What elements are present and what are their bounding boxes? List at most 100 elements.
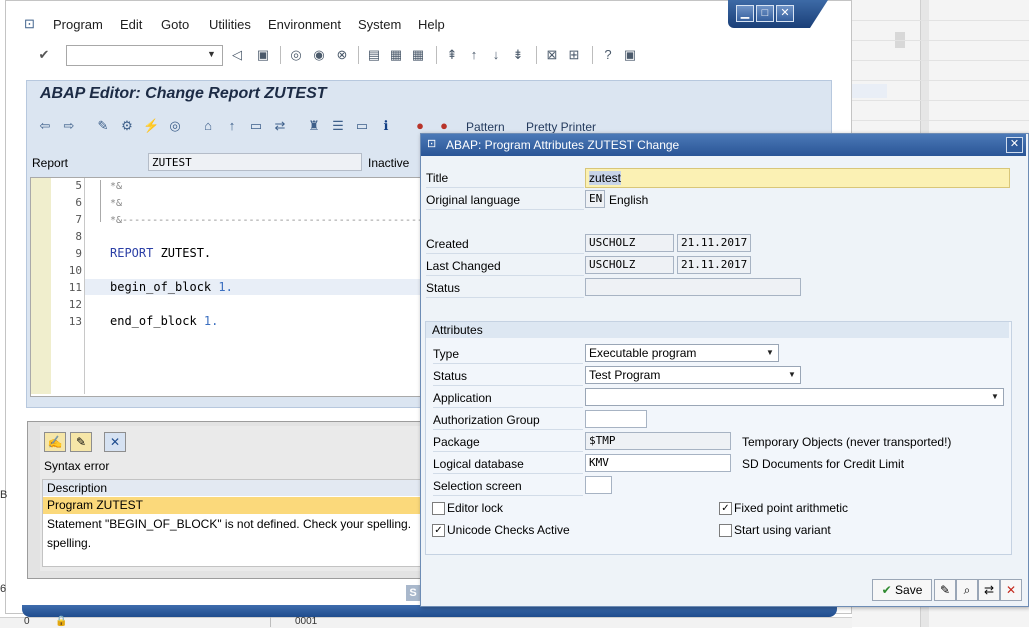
last-page-icon[interactable]: ⇟ — [510, 47, 526, 63]
report-field[interactable]: ZUTEST — [148, 153, 362, 171]
search-icon: ⌕ — [963, 583, 971, 597]
authorization-group-field[interactable] — [585, 410, 647, 428]
maximize-button[interactable]: □ — [756, 5, 774, 22]
new-session-icon[interactable]: ⊠ — [544, 47, 560, 63]
test-icon[interactable]: ◎ — [167, 118, 183, 134]
editor-lock-checkbox[interactable] — [432, 502, 445, 515]
chevron-down-icon[interactable]: ▼ — [766, 348, 774, 357]
fullscreen-icon[interactable]: ⇄ — [272, 118, 288, 134]
code-keyword: begin_of_block — [110, 280, 212, 294]
shortcut-icon[interactable]: ⊞ — [566, 47, 582, 63]
breakpoint-session-icon[interactable]: ● — [436, 118, 452, 134]
selection-screen-label: Selection screen — [433, 479, 522, 493]
start-variant-checkbox[interactable] — [719, 524, 732, 537]
type-dropdown[interactable]: Executable program — [585, 344, 779, 362]
back-arrow-icon[interactable]: ⇦ — [37, 118, 53, 134]
find-next-icon[interactable]: ▦ — [410, 47, 426, 63]
program-status-value: Test Program — [589, 368, 661, 382]
exit-icon[interactable]: ◉ — [311, 47, 327, 63]
print-icon[interactable]: ▤ — [366, 47, 382, 63]
menu-help[interactable]: Help — [418, 17, 445, 32]
edge-text: 6 — [0, 583, 7, 595]
divider — [426, 209, 584, 210]
package-label: Package — [433, 435, 480, 449]
fixed-point-label: Fixed point arithmetic — [734, 501, 849, 515]
application-dropdown[interactable] — [585, 388, 1004, 406]
chevron-down-icon[interactable]: ▼ — [991, 392, 999, 401]
changed-date-field: 21.11.2017 — [677, 256, 751, 274]
help-icon[interactable]: ? — [600, 47, 616, 63]
menu-edit[interactable]: Edit — [120, 17, 142, 32]
translate-button[interactable]: ⇄ — [978, 579, 1000, 601]
line-number: 10 — [68, 264, 82, 277]
chevron-down-icon[interactable]: ▼ — [207, 49, 216, 59]
previous-page-icon[interactable]: ↑ — [466, 47, 482, 63]
error-message-cont: spelling. — [47, 536, 92, 550]
divider — [852, 80, 1029, 81]
divider — [433, 407, 583, 408]
find-icon[interactable]: ▦ — [388, 47, 404, 63]
pretty-printer-button[interactable]: Pretty Printer — [526, 120, 596, 134]
table-row[interactable]: Program ZUTEST — [43, 497, 423, 514]
unicode-checks-checkbox[interactable]: ✓ — [432, 524, 445, 537]
stack-icon[interactable]: ☰ — [330, 118, 346, 134]
cancel-button[interactable]: ✕ — [1000, 579, 1022, 601]
menu-environment[interactable]: Environment — [268, 17, 341, 32]
search-button[interactable]: ⌕ — [956, 579, 978, 601]
cancel-icon[interactable]: ⊗ — [334, 47, 350, 63]
hierarchy-icon[interactable]: ♜ — [306, 118, 322, 134]
next-page-icon[interactable]: ↓ — [488, 47, 504, 63]
activate-icon[interactable]: ⚡ — [143, 118, 159, 134]
first-page-icon[interactable]: ⇞ — [444, 47, 460, 63]
divider — [852, 20, 1029, 21]
layout-icon[interactable]: ▣ — [622, 47, 638, 63]
created-date-field: 21.11.2017 — [677, 234, 751, 252]
report-label: Report — [32, 156, 69, 170]
minimize-button[interactable]: ▁ — [736, 5, 754, 22]
where-used-icon[interactable]: ⌂ — [200, 118, 216, 134]
close-dialog-button[interactable]: ✕ — [1006, 137, 1023, 153]
forward-arrow-icon[interactable]: ⇨ — [61, 118, 77, 134]
navigation-icon[interactable]: ▭ — [248, 118, 264, 134]
info-icon[interactable]: ℹ — [378, 118, 394, 134]
save-icon[interactable]: ▣ — [255, 47, 271, 63]
menu-system[interactable]: System — [358, 17, 401, 32]
display-object-icon[interactable]: ▭ — [354, 118, 370, 134]
divider — [426, 187, 584, 188]
menu-program[interactable]: Program — [53, 17, 103, 32]
divider — [852, 40, 1029, 41]
chevron-down-icon[interactable]: ▼ — [788, 370, 796, 379]
error-panel-title: Syntax error — [44, 459, 110, 473]
enter-icon[interactable]: ✔ — [36, 47, 52, 63]
display-change-icon[interactable]: ✎ — [95, 118, 111, 134]
code-number: 1. — [211, 280, 233, 294]
goto-error-button[interactable]: ✍ — [44, 432, 66, 452]
error-message[interactable]: Statement "BEGIN_OF_BLOCK" is not define… — [47, 517, 411, 531]
save-label: Save — [895, 583, 923, 597]
selection-screen-field[interactable] — [585, 476, 612, 494]
menu-icon[interactable]: ⊡ — [24, 16, 38, 31]
code-line: *&--------------------------------------… — [110, 215, 420, 226]
save-button[interactable]: ✔ Save — [872, 579, 932, 601]
collapse-icon[interactable]: ◁ — [229, 47, 245, 63]
code-line: *& — [110, 198, 123, 209]
program-status-dropdown[interactable]: Test Program — [585, 366, 801, 384]
object-list-icon[interactable]: ↑ — [224, 118, 240, 134]
command-field[interactable] — [66, 45, 223, 66]
back-icon[interactable]: ◎ — [288, 47, 304, 63]
close-errors-button[interactable]: ✕ — [104, 432, 126, 452]
column-header: Description — [43, 480, 423, 496]
logical-database-field[interactable]: KMV — [585, 454, 731, 472]
check-icon[interactable]: ⚙ — [119, 118, 135, 134]
breakpoint-icon[interactable]: ● — [412, 118, 428, 134]
edit-error-button[interactable]: ✎ — [70, 432, 92, 452]
close-window-button[interactable]: ✕ — [776, 5, 794, 22]
editor-lock-label: Editor lock — [447, 501, 504, 515]
title-field[interactable]: zutest — [585, 168, 1010, 188]
check-button[interactable]: ✎ — [934, 579, 956, 601]
fixed-point-checkbox[interactable]: ✓ — [719, 502, 732, 515]
menu-goto[interactable]: Goto — [161, 17, 189, 32]
pattern-button[interactable]: Pattern — [466, 120, 505, 134]
menu-utilities[interactable]: Utilities — [209, 17, 251, 32]
divider — [433, 473, 583, 474]
